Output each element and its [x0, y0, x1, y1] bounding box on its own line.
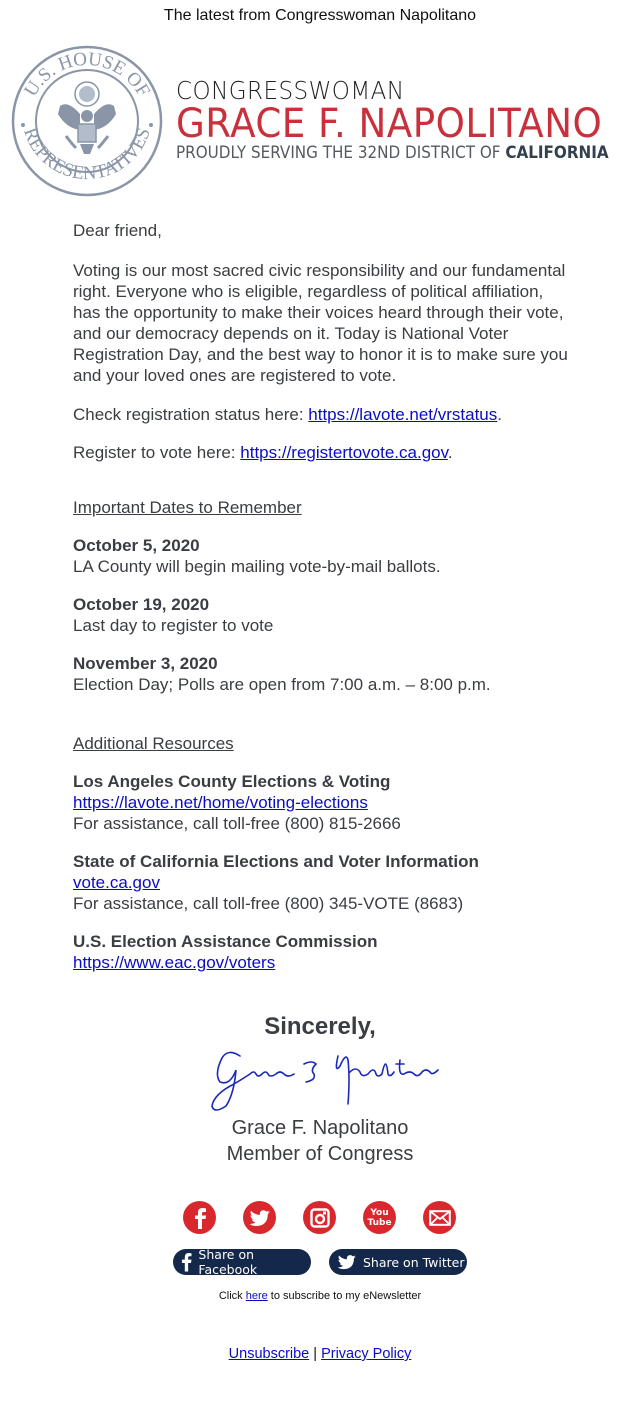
resource-note: For assistance, call toll-free (800) 345…	[73, 894, 464, 913]
title-district: PROUDLY SERVING THE 32ND DISTRICT OF CAL…	[176, 143, 609, 162]
district-prefix: PROUDLY SERVING THE 32ND DISTRICT OF	[176, 143, 501, 162]
resource-name: U.S. Election Assistance Commission	[73, 932, 378, 951]
date-label: November 3, 2020	[73, 654, 218, 673]
instagram-icon[interactable]	[303, 1201, 336, 1234]
register-link[interactable]: https://registertovote.ca.gov	[240, 443, 448, 462]
signature-image	[211, 1051, 439, 1111]
check-status-line: Check registration status here: https://…	[73, 404, 568, 425]
social-icons-row: You Tube	[0, 1201, 640, 1235]
date-item: October 19, 2020 Last day to register to…	[73, 594, 568, 636]
date-label: October 19, 2020	[73, 595, 210, 614]
house-seal-logo: U.S. HOUSE OF REPRESENTATIVES	[11, 45, 163, 197]
footer-separator: |	[309, 1346, 322, 1362]
email-icon[interactable]	[423, 1201, 456, 1234]
subscribe-link[interactable]: here	[246, 1290, 268, 1302]
youtube-text-top: You	[370, 1207, 389, 1218]
register-line: Register to vote here: https://registert…	[73, 442, 568, 463]
subscribe-suffix: to subscribe to my eNewsletter	[267, 1290, 422, 1302]
youtube-text-bottom: Tube	[367, 1217, 392, 1228]
share-twitter-button[interactable]: Share on Twitter	[329, 1249, 467, 1275]
period: .	[447, 443, 453, 462]
header-banner: U.S. HOUSE OF REPRESENTATIVES CONGRESSWO…	[10, 44, 625, 200]
subscribe-line: Click here to subscribe to my eNewslette…	[0, 1290, 640, 1302]
privacy-policy-link[interactable]: Privacy Policy	[321, 1346, 411, 1362]
resource-name: Los Angeles County Elections & Voting	[73, 772, 391, 791]
facebook-icon	[181, 1252, 192, 1272]
date-description: Last day to register to vote	[73, 616, 274, 635]
date-item: October 5, 2020 LA County will begin mai…	[73, 535, 568, 577]
facebook-icon[interactable]	[183, 1201, 216, 1234]
letter-body: Dear friend, Voting is our most sacred c…	[73, 220, 568, 973]
twitter-icon	[337, 1255, 356, 1270]
resource-note: For assistance, call toll-free (800) 815…	[73, 814, 401, 833]
share-facebook-label: Share on Facebook	[198, 1247, 258, 1277]
youtube-icon[interactable]: You Tube	[363, 1201, 396, 1234]
resource-link[interactable]: vote.ca.gov	[73, 873, 160, 892]
greeting: Dear friend,	[73, 221, 162, 240]
closing-block: Sincerely, Grace F. Napolitano Member of…	[0, 1012, 640, 1166]
eagle-icon	[58, 81, 116, 154]
intro-paragraph: Voting is our most sacred civic responsi…	[73, 261, 568, 385]
district-state: CALIFORNIA	[505, 143, 609, 162]
resource-link[interactable]: https://lavote.net/home/voting-elections	[73, 793, 368, 812]
date-item: November 3, 2020 Election Day; Polls are…	[73, 653, 568, 695]
resource-item: U.S. Election Assistance Commission http…	[73, 931, 568, 973]
footer-links: Unsubscribe | Privacy Policy	[0, 1346, 640, 1362]
date-description: Election Day; Polls are open from 7:00 a…	[73, 675, 491, 694]
period: .	[497, 405, 502, 424]
title-name: GRACE F. NAPOLITANO	[176, 101, 603, 147]
resource-item: Los Angeles County Elections & Voting ht…	[73, 771, 568, 834]
signer-name: Grace F. Napolitano	[231, 1117, 409, 1139]
signer-title: Member of Congress	[226, 1143, 414, 1165]
brand-title: CONGRESSWOMAN GRACE F. NAPOLITANO PROUDL…	[176, 76, 640, 162]
resource-link[interactable]: https://www.eac.gov/voters	[73, 953, 275, 972]
check-status-link[interactable]: https://lavote.net/vrstatus	[308, 405, 497, 424]
unsubscribe-link[interactable]: Unsubscribe	[229, 1346, 310, 1362]
resource-item: State of California Elections and Voter …	[73, 851, 568, 914]
dates-section-title: Important Dates to Remember	[73, 498, 302, 517]
date-description: LA County will begin mailing vote-by-mai…	[73, 557, 441, 576]
register-label: Register to vote here:	[73, 443, 241, 462]
preheader-text: The latest from Congresswoman Napolitano	[163, 7, 477, 24]
resource-name: State of California Elections and Voter …	[73, 852, 479, 871]
date-label: October 5, 2020	[73, 536, 200, 555]
share-facebook-button[interactable]: Share on Facebook	[173, 1247, 311, 1277]
check-status-label: Check registration status here:	[73, 405, 309, 424]
sincerely-text: Sincerely,	[264, 1013, 376, 1040]
share-twitter-label: Share on Twitter	[363, 1254, 465, 1270]
resources-section-title: Additional Resources	[73, 734, 234, 753]
twitter-icon[interactable]	[243, 1201, 276, 1234]
subscribe-prefix: Click	[218, 1290, 246, 1302]
